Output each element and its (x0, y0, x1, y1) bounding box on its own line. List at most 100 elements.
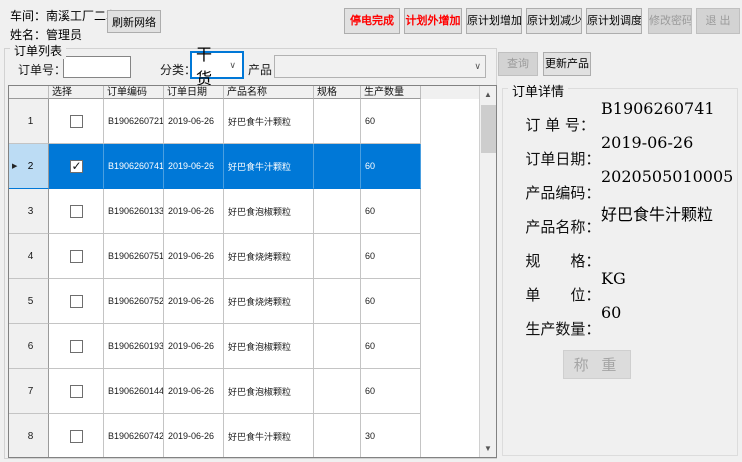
cell-date: 2019-06-26 (164, 369, 224, 414)
header-code[interactable]: 订单编码 (104, 86, 164, 99)
query-button[interactable]: 查询 (498, 52, 538, 76)
table-row[interactable]: ▶ 4 B1906260751 2019-06-26 好巴食烧烤颗粒 60 (9, 234, 496, 279)
workshop-label: 车间： (10, 9, 47, 23)
cell-code: B1906260133 (104, 189, 164, 234)
cell-qty: 60 (361, 279, 421, 324)
order-no-label: 订单号： (18, 63, 67, 77)
cell-spec (314, 279, 361, 324)
table-row[interactable]: ▶ 7 B1906260144 2019-06-26 好巴食泡椒颗粒 60 (9, 369, 496, 414)
detail-field-label: 单 位： (525, 286, 601, 304)
row-checkbox[interactable] (69, 294, 83, 308)
cell-product: 好巴食泡椒颗粒 (224, 189, 314, 234)
detail-field-value: 60 (601, 303, 622, 322)
header-select[interactable]: 选择 (49, 86, 104, 99)
detail-field-label: 订 单 号： (525, 116, 595, 134)
detail-field-label: 产品编码： (525, 184, 601, 202)
unplanned-increase-button[interactable]: 计划外增加 (404, 8, 462, 34)
scroll-up-icon[interactable]: ▲ (480, 86, 496, 103)
detail-field-label: 订单日期： (525, 150, 601, 168)
cell-product: 好巴食烧烤颗粒 (224, 234, 314, 279)
row-checkbox[interactable] (69, 339, 83, 353)
cell-spec (314, 369, 361, 414)
refresh-network-button[interactable]: 刷新网络 (107, 10, 161, 33)
change-password-button[interactable]: 修改密码 (648, 8, 692, 34)
vertical-scrollbar[interactable]: ▲ ▼ (479, 86, 496, 457)
power-outage-complete-button[interactable]: 停电完成 (344, 8, 400, 34)
weigh-button[interactable]: 称 重 (563, 350, 631, 379)
row-checkbox[interactable] (69, 429, 83, 443)
table-row[interactable]: ▶ 6 B1906260193 2019-06-26 好巴食泡椒颗粒 60 (9, 324, 496, 369)
order-table: 选择 订单编码 订单日期 产品名称 规格 生产数量 ▶ 1 B190626072… (8, 85, 497, 458)
order-table-header: 选择 订单编码 订单日期 产品名称 规格 生产数量 (9, 86, 496, 99)
cell-qty: 60 (361, 144, 421, 189)
detail-field-label: 规 格： (525, 252, 601, 270)
header-qty[interactable]: 生产数量 (361, 86, 421, 99)
row-checkbox[interactable] (69, 114, 83, 128)
cell-date: 2019-06-26 (164, 414, 224, 457)
detail-field-value: 2020505010005 (601, 167, 734, 186)
detail-field-label: 产品名称： (525, 218, 601, 236)
cell-code: B1906260742 (104, 414, 164, 457)
cell-code: B1906260721 (104, 99, 164, 144)
row-number: 5 (27, 295, 34, 307)
header-spec[interactable]: 规格 (314, 86, 361, 99)
cell-product: 好巴食牛汁颗粒 (224, 414, 314, 457)
table-row[interactable]: ▶ 5 B1906260752 2019-06-26 好巴食烧烤颗粒 60 (9, 279, 496, 324)
planned-decrease-button[interactable]: 原计划减少 (526, 8, 582, 34)
operator-line: 姓名：管理员 (10, 26, 82, 43)
row-number: 7 (27, 385, 34, 397)
table-row[interactable]: ▶ 1 B1906260721 2019-06-26 好巴食牛汁颗粒 60 (9, 99, 496, 144)
detail-field-value: KG (601, 269, 626, 288)
cell-qty: 60 (361, 369, 421, 414)
row-number: 1 (27, 115, 34, 127)
row-number: 2 (27, 160, 34, 172)
cell-spec (314, 414, 361, 457)
detail-field-label: 生产数量： (525, 320, 601, 338)
product-select[interactable]: ∨ (274, 55, 486, 78)
cell-qty: 60 (361, 234, 421, 279)
scroll-down-icon[interactable]: ▼ (480, 440, 496, 457)
cell-product: 好巴食泡椒颗粒 (224, 369, 314, 414)
category-select[interactable]: 干货 ∨ (190, 47, 244, 88)
cell-code: B1906260751 (104, 234, 164, 279)
row-number: 4 (27, 250, 34, 262)
cell-date: 2019-06-26 (164, 234, 224, 279)
cell-code: B1906260144 (104, 369, 164, 414)
header-date[interactable]: 订单日期 (164, 86, 224, 99)
detail-field-value: 好巴食牛汁颗粒 (601, 205, 714, 224)
row-checkbox[interactable] (69, 204, 83, 218)
cell-spec (314, 144, 361, 189)
exit-button[interactable]: 退 出 (696, 8, 740, 34)
cell-product: 好巴食泡椒颗粒 (224, 324, 314, 369)
order-no-input[interactable] (63, 56, 131, 78)
cell-date: 2019-06-26 (164, 144, 224, 189)
cell-code: B1906260752 (104, 279, 164, 324)
planned-schedule-button[interactable]: 原计划调度 (586, 8, 642, 34)
header-rownum (9, 86, 49, 99)
row-number: 3 (27, 205, 34, 217)
cell-product: 好巴食烧烤颗粒 (224, 279, 314, 324)
cell-code: B1906260741 (104, 144, 164, 189)
cell-product: 好巴食牛汁颗粒 (224, 144, 314, 189)
cell-spec (314, 99, 361, 144)
table-row[interactable]: ▶ 2 B1906260741 2019-06-26 好巴食牛汁颗粒 60 (9, 144, 496, 189)
planned-increase-button[interactable]: 原计划增加 (466, 8, 522, 34)
cell-date: 2019-06-26 (164, 324, 224, 369)
order-detail-group-title: 订单详情 (508, 81, 569, 100)
header-product[interactable]: 产品名称 (224, 86, 314, 99)
update-product-button[interactable]: 更新产品 (543, 52, 591, 76)
chevron-down-icon: ∨ (229, 59, 238, 70)
scrollbar-thumb[interactable] (481, 105, 496, 153)
cell-spec (314, 324, 361, 369)
table-row[interactable]: ▶ 3 B1906260133 2019-06-26 好巴食泡椒颗粒 60 (9, 189, 496, 234)
detail-field-value: 2019-06-26 (601, 133, 694, 152)
row-checkbox[interactable] (69, 159, 83, 173)
row-number: 8 (27, 430, 34, 442)
cell-date: 2019-06-26 (164, 189, 224, 234)
row-checkbox[interactable] (69, 249, 83, 263)
chevron-down-icon: ∨ (474, 61, 481, 71)
cell-qty: 60 (361, 189, 421, 234)
row-checkbox[interactable] (69, 384, 83, 398)
order-list-group-title: 订单列表 (10, 42, 67, 59)
table-row[interactable]: ▶ 8 B1906260742 2019-06-26 好巴食牛汁颗粒 30 (9, 414, 496, 457)
